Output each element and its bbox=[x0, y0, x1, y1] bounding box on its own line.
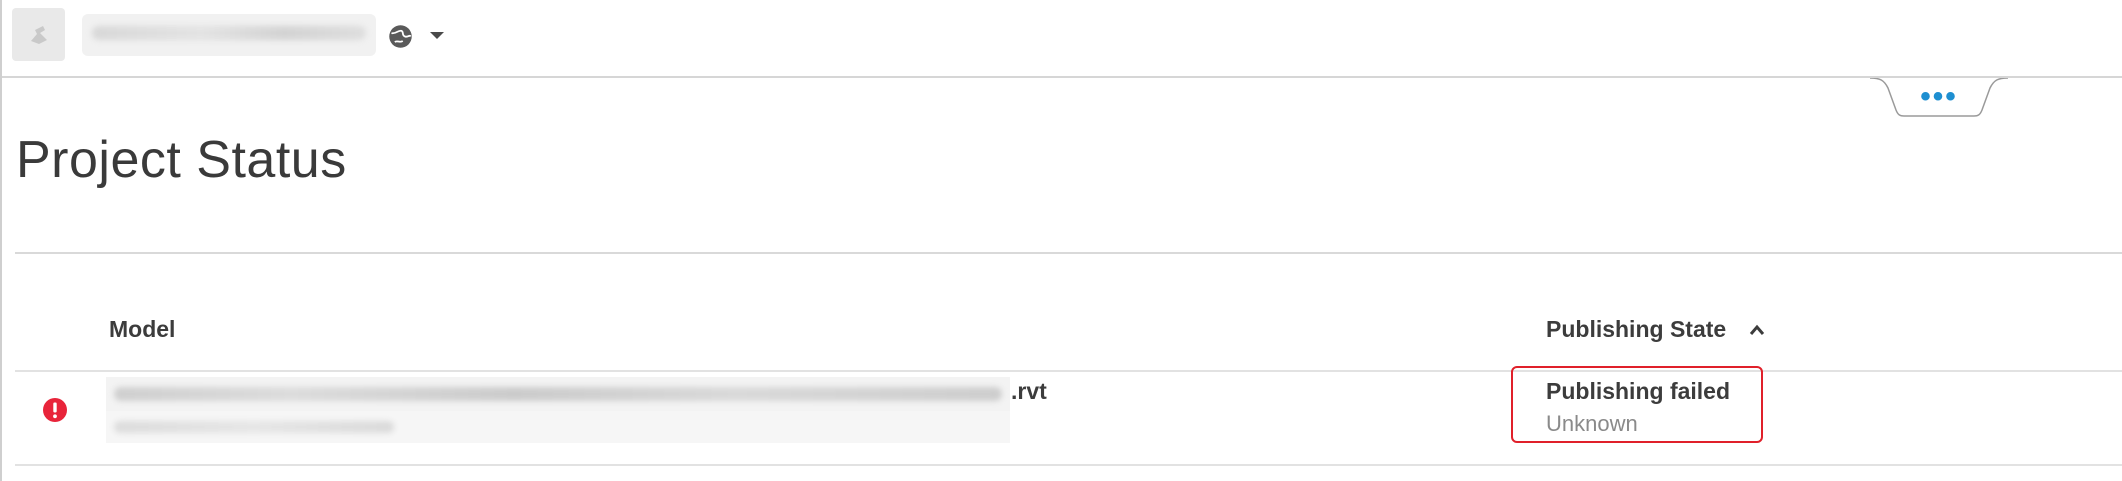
table-row-divider bbox=[15, 464, 2122, 466]
model-file-extension: .rvt bbox=[1011, 378, 1047, 404]
column-header-publishing-state-label: Publishing State bbox=[1546, 316, 1727, 342]
publishing-state-detail: Unknown bbox=[1546, 411, 1638, 436]
publishing-state-status: Publishing failed bbox=[1546, 378, 1731, 404]
error-icon bbox=[43, 398, 67, 422]
table-header-divider bbox=[15, 370, 2122, 372]
more-dots-icon: ••• bbox=[1920, 80, 1958, 113]
caret-down-icon[interactable] bbox=[427, 27, 447, 43]
app-header bbox=[2, 0, 2122, 78]
globe-icon[interactable] bbox=[387, 23, 414, 50]
model-path-redacted bbox=[106, 411, 1010, 443]
model-name-redacted bbox=[106, 377, 1010, 411]
page-title: Project Status bbox=[16, 131, 347, 189]
column-header-publishing-state[interactable]: Publishing State bbox=[1546, 316, 1766, 343]
chevron-up-icon bbox=[1750, 324, 1765, 335]
title-divider bbox=[15, 252, 2122, 254]
page: ••• Project Status Model Publishing Stat… bbox=[0, 0, 2122, 481]
project-name-selector[interactable] bbox=[82, 14, 376, 56]
project-name-redacted bbox=[92, 26, 366, 40]
column-header-model[interactable]: Model bbox=[109, 316, 175, 343]
more-options-button[interactable]: ••• bbox=[1870, 78, 2008, 118]
app-logo-icon[interactable] bbox=[12, 8, 65, 61]
